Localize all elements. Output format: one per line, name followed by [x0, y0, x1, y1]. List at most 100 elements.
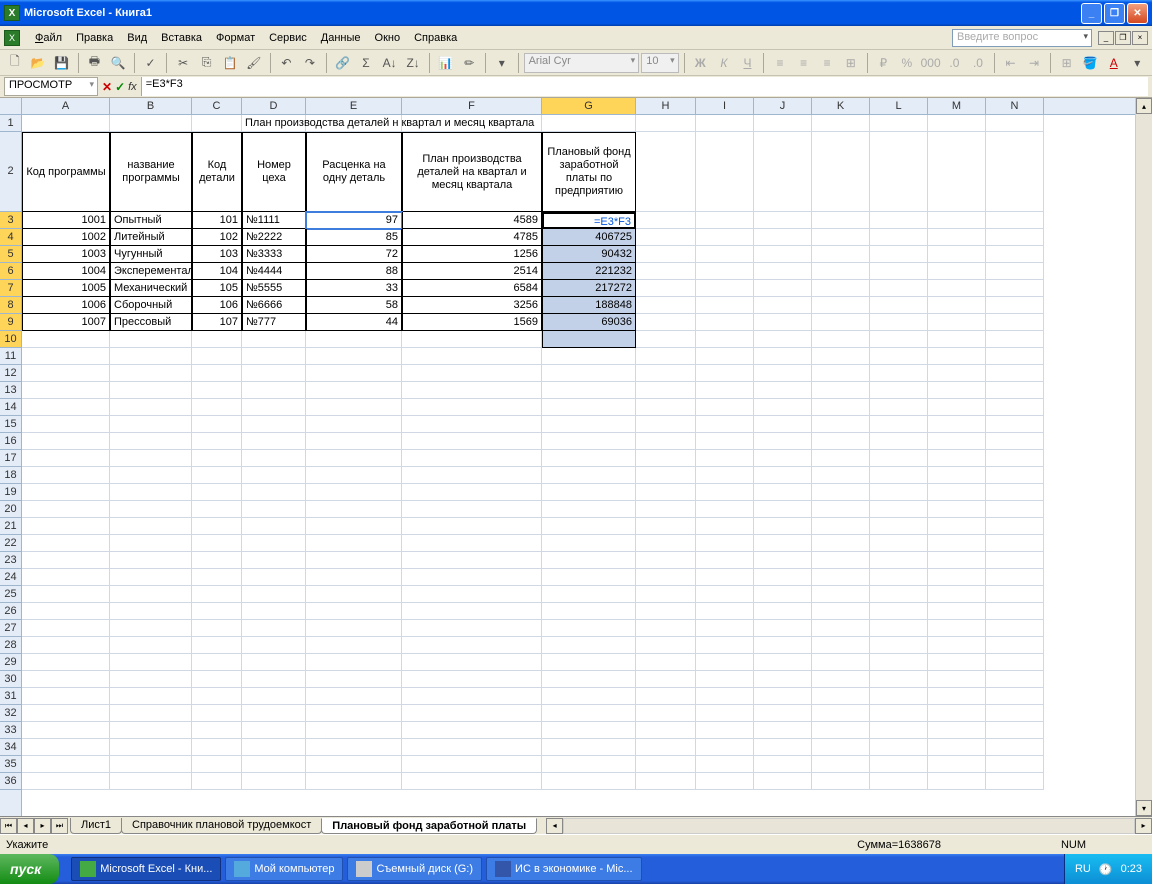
cell-L31[interactable]: [870, 688, 928, 705]
cell-H8[interactable]: [636, 297, 696, 314]
comma-button[interactable]: 000: [920, 52, 942, 74]
cell-C13[interactable]: [192, 382, 242, 399]
cell-L22[interactable]: [870, 535, 928, 552]
tray-lang[interactable]: RU: [1075, 863, 1091, 875]
cell-J21[interactable]: [754, 518, 812, 535]
align-left-button[interactable]: ≡: [769, 52, 791, 74]
cell-E15[interactable]: [306, 416, 402, 433]
cell-K36[interactable]: [812, 773, 870, 790]
cell-N10[interactable]: [986, 331, 1044, 348]
underline-button[interactable]: Ч: [737, 52, 759, 74]
cell-N16[interactable]: [986, 433, 1044, 450]
cell-M27[interactable]: [928, 620, 986, 637]
cell-F27[interactable]: [402, 620, 542, 637]
cell-A1[interactable]: [22, 115, 110, 132]
cell-G29[interactable]: [542, 654, 636, 671]
cell-F34[interactable]: [402, 739, 542, 756]
cell-C34[interactable]: [192, 739, 242, 756]
column-header-J[interactable]: J: [754, 98, 812, 114]
cell-N32[interactable]: [986, 705, 1044, 722]
cell-E9[interactable]: 44: [306, 314, 402, 331]
cell-H30[interactable]: [636, 671, 696, 688]
column-header-I[interactable]: I: [696, 98, 754, 114]
cell-I33[interactable]: [696, 722, 754, 739]
cell-E32[interactable]: [306, 705, 402, 722]
cell-B33[interactable]: [110, 722, 192, 739]
cell-C22[interactable]: [192, 535, 242, 552]
cell-I16[interactable]: [696, 433, 754, 450]
cell-A19[interactable]: [22, 484, 110, 501]
cell-F30[interactable]: [402, 671, 542, 688]
cell-K29[interactable]: [812, 654, 870, 671]
cell-M34[interactable]: [928, 739, 986, 756]
cell-J16[interactable]: [754, 433, 812, 450]
cell-B14[interactable]: [110, 399, 192, 416]
cell-I18[interactable]: [696, 467, 754, 484]
cell-A28[interactable]: [22, 637, 110, 654]
paste-button[interactable]: 📋: [219, 52, 241, 74]
cell-D28[interactable]: [242, 637, 306, 654]
new-button[interactable]: 🗋: [4, 52, 26, 74]
row-header-7[interactable]: 7: [0, 280, 21, 297]
cell-J17[interactable]: [754, 450, 812, 467]
cell-M26[interactable]: [928, 603, 986, 620]
cell-D20[interactable]: [242, 501, 306, 518]
cell-A10[interactable]: [22, 331, 110, 348]
cell-B28[interactable]: [110, 637, 192, 654]
cell-A11[interactable]: [22, 348, 110, 365]
cell-B24[interactable]: [110, 569, 192, 586]
cell-M11[interactable]: [928, 348, 986, 365]
cell-K23[interactable]: [812, 552, 870, 569]
percent-button[interactable]: %: [896, 52, 918, 74]
cell-J33[interactable]: [754, 722, 812, 739]
cell-I1[interactable]: [696, 115, 754, 132]
cell-C17[interactable]: [192, 450, 242, 467]
cell-N2[interactable]: [986, 132, 1044, 212]
row-header-29[interactable]: 29: [0, 654, 21, 671]
cell-I15[interactable]: [696, 416, 754, 433]
row-header-8[interactable]: 8: [0, 297, 21, 314]
column-header-K[interactable]: K: [812, 98, 870, 114]
cell-F20[interactable]: [402, 501, 542, 518]
cell-L14[interactable]: [870, 399, 928, 416]
column-header-A[interactable]: A: [22, 98, 110, 114]
cell-A13[interactable]: [22, 382, 110, 399]
cell-M24[interactable]: [928, 569, 986, 586]
cell-N22[interactable]: [986, 535, 1044, 552]
cell-M10[interactable]: [928, 331, 986, 348]
column-header-L[interactable]: L: [870, 98, 928, 114]
cell-B2[interactable]: название программы: [110, 132, 192, 212]
cell-L1[interactable]: [870, 115, 928, 132]
cell-K20[interactable]: [812, 501, 870, 518]
scroll-right-button[interactable]: ▸: [1135, 818, 1152, 834]
cell-M14[interactable]: [928, 399, 986, 416]
toolbar-options-button[interactable]: ▾: [491, 52, 513, 74]
cell-H12[interactable]: [636, 365, 696, 382]
cell-K32[interactable]: [812, 705, 870, 722]
cell-F11[interactable]: [402, 348, 542, 365]
cell-N21[interactable]: [986, 518, 1044, 535]
cell-K11[interactable]: [812, 348, 870, 365]
cell-M3[interactable]: [928, 212, 986, 229]
tab-first-button[interactable]: ⏮: [0, 818, 17, 834]
cell-N30[interactable]: [986, 671, 1044, 688]
cell-M22[interactable]: [928, 535, 986, 552]
cell-A14[interactable]: [22, 399, 110, 416]
cell-D17[interactable]: [242, 450, 306, 467]
cell-J20[interactable]: [754, 501, 812, 518]
cell-K14[interactable]: [812, 399, 870, 416]
cell-M23[interactable]: [928, 552, 986, 569]
cell-K12[interactable]: [812, 365, 870, 382]
cell-L4[interactable]: [870, 229, 928, 246]
scroll-left-button[interactable]: ◂: [546, 818, 563, 834]
cell-H24[interactable]: [636, 569, 696, 586]
cell-F9[interactable]: 1569: [402, 314, 542, 331]
mdi-restore-button[interactable]: ❐: [1115, 31, 1131, 45]
row-header-11[interactable]: 11: [0, 348, 21, 365]
cell-B15[interactable]: [110, 416, 192, 433]
cell-A26[interactable]: [22, 603, 110, 620]
cell-C36[interactable]: [192, 773, 242, 790]
cell-J36[interactable]: [754, 773, 812, 790]
cell-J10[interactable]: [754, 331, 812, 348]
cell-M4[interactable]: [928, 229, 986, 246]
